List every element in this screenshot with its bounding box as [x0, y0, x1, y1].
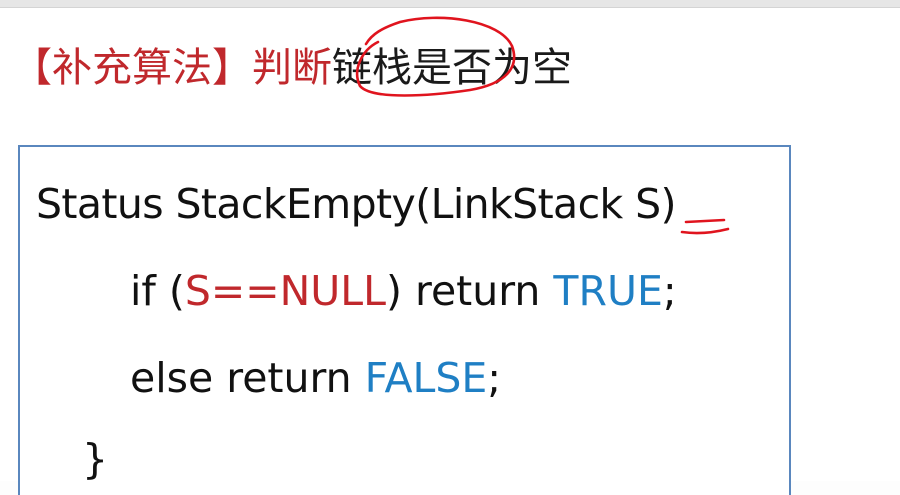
- title-subject: 链栈是否为空: [332, 45, 572, 91]
- title-prefix: 【补充算法】: [12, 45, 252, 91]
- code-else-return: else return: [130, 354, 365, 402]
- code-line-else: else return FALSE;: [130, 353, 501, 403]
- code-condition: S==NULL: [184, 267, 386, 315]
- code-false-value: FALSE: [364, 354, 488, 402]
- code-true-value: TRUE: [553, 267, 663, 315]
- code-semicolon: ;: [662, 267, 677, 315]
- code-line-if: if (S==NULL) return TRUE;: [130, 266, 677, 316]
- title-verb: 判断: [252, 45, 332, 91]
- code-semicolon: ;: [487, 354, 502, 402]
- code-block: Status StackEmpty(LinkStack S) if (S==NU…: [18, 145, 791, 495]
- slide-title: 【补充算法】判断链栈是否为空: [12, 42, 572, 94]
- code-line-close-brace: }: [82, 435, 109, 483]
- code-return-keyword: ) return: [385, 267, 554, 315]
- window-top-strip: [0, 0, 900, 8]
- slide-canvas: 【补充算法】判断链栈是否为空 Status StackEmpty(LinkSta…: [0, 8, 900, 495]
- code-if-keyword: if (: [130, 267, 185, 315]
- code-line-signature: Status StackEmpty(LinkStack S): [36, 180, 677, 228]
